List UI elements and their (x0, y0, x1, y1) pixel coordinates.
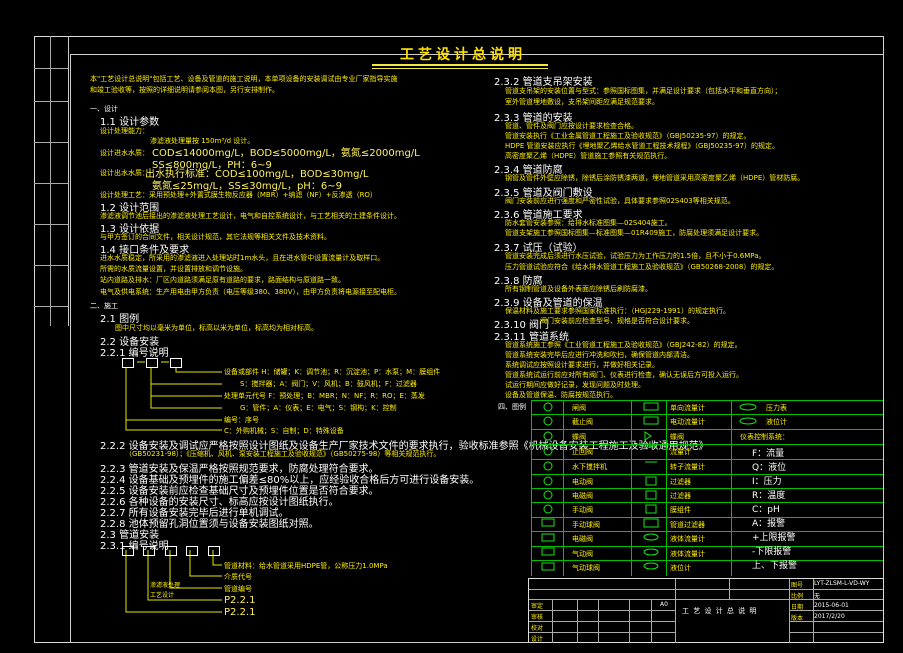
tb-scale: 无 (814, 593, 821, 600)
tb-label: 校对 (531, 625, 544, 632)
tb-rev: 2017/2/20 (814, 613, 845, 620)
tb-project: 渗滤液处理 (150, 582, 181, 589)
tb-drawing-title: 工 艺 设 计 总 说 明 (682, 607, 758, 615)
tb-drawing-no: LYT-ZLSM-L-VD-WY (814, 580, 870, 587)
tb-label: 比例 (791, 593, 804, 600)
tb-label: 审定 (531, 603, 544, 610)
tb-mark: A0 (660, 601, 668, 608)
tb-label: 设计 (531, 636, 544, 643)
tb-subtitle: 工艺设计 (150, 592, 175, 599)
tb-label: 审核 (531, 614, 544, 621)
tb-label: 图号 (791, 582, 804, 589)
tb-date: 2015-06-01 (814, 602, 849, 609)
tb-label: 版本 (791, 615, 804, 622)
tb-label: 日期 (791, 604, 804, 611)
